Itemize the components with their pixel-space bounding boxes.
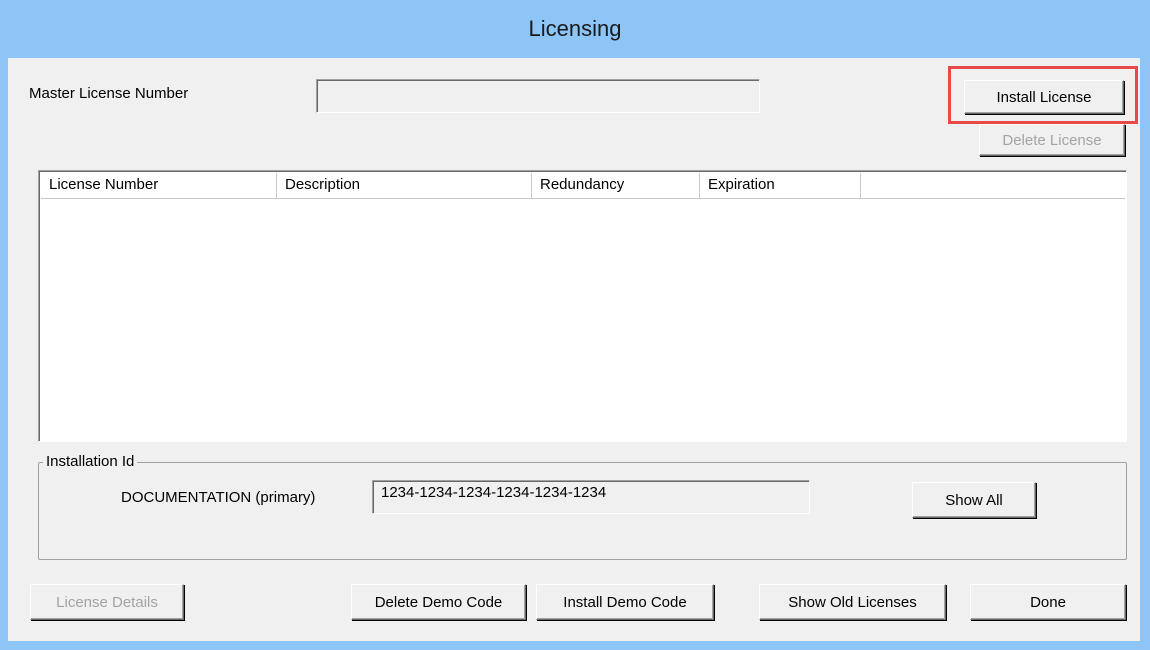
column-filler bbox=[861, 173, 1125, 199]
delete-demo-code-button[interactable]: Delete Demo Code bbox=[351, 584, 526, 620]
master-license-label: Master License Number bbox=[29, 85, 189, 102]
license-details-button[interactable]: License Details bbox=[30, 584, 184, 620]
installation-name-label: DOCUMENTATION (primary) bbox=[121, 489, 316, 506]
installation-id-group-title: Installation Id bbox=[43, 453, 138, 470]
column-description[interactable]: Description bbox=[277, 173, 532, 199]
column-license-number[interactable]: License Number bbox=[41, 173, 277, 199]
installation-id-group: Installation Id DOCUMENTATION (primary) … bbox=[38, 453, 1127, 560]
install-demo-code-button[interactable]: Install Demo Code bbox=[536, 584, 714, 620]
column-expiration[interactable]: Expiration bbox=[700, 173, 861, 199]
license-list[interactable]: License Number Description Redundancy Ex… bbox=[38, 170, 1127, 442]
dialog-client-area: Master License Number Install License De… bbox=[8, 58, 1140, 641]
delete-license-button[interactable]: Delete License bbox=[979, 124, 1125, 156]
show-all-button[interactable]: Show All bbox=[912, 482, 1036, 518]
license-list-header: License Number Description Redundancy Ex… bbox=[41, 173, 1125, 199]
column-redundancy[interactable]: Redundancy bbox=[532, 173, 700, 199]
install-license-button[interactable]: Install License bbox=[964, 80, 1124, 114]
show-old-licenses-button[interactable]: Show Old Licenses bbox=[759, 584, 946, 620]
installation-id-field[interactable]: 1234-1234-1234-1234-1234-1234 bbox=[372, 480, 810, 514]
window-title: Licensing bbox=[528, 16, 622, 41]
master-license-number-field[interactable] bbox=[316, 79, 760, 113]
done-button[interactable]: Done bbox=[970, 584, 1126, 620]
licensing-window: Licensing Master License Number Install … bbox=[0, 0, 1150, 650]
